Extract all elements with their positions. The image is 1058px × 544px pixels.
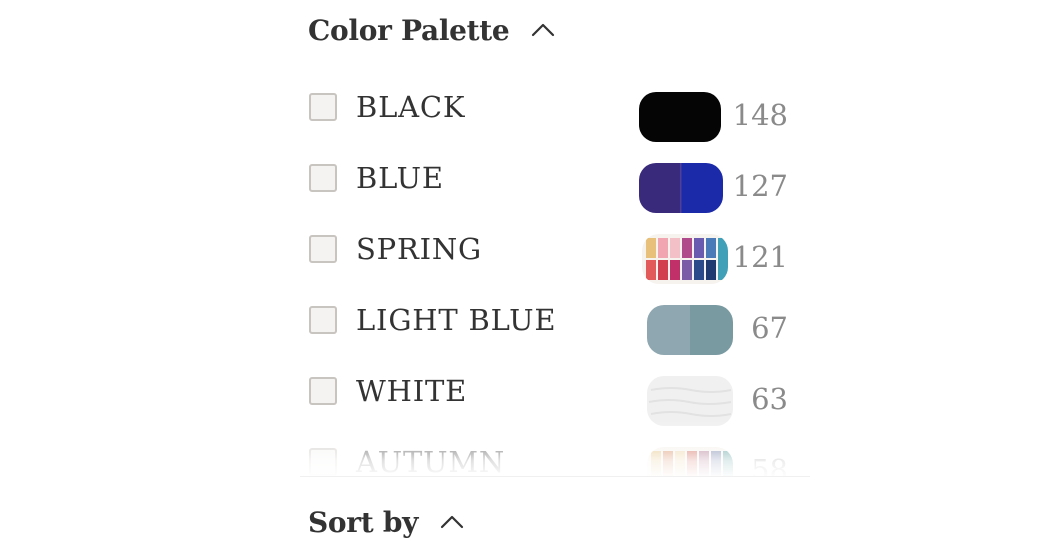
list-item[interactable]: SPRING 121 bbox=[300, 220, 810, 290]
list-item[interactable]: WHITE 63 bbox=[300, 362, 810, 432]
white-swatch[interactable] bbox=[647, 376, 733, 426]
chevron-up-icon bbox=[532, 23, 555, 37]
chevron-up-icon bbox=[440, 515, 464, 529]
option-label: LIGHT BLUE bbox=[356, 303, 557, 337]
option-label: BLUE bbox=[356, 161, 444, 195]
autumn-checkbox[interactable] bbox=[309, 448, 337, 476]
list-item[interactable]: AUTUMN 58 bbox=[300, 433, 810, 476]
spring-swatch[interactable] bbox=[642, 234, 728, 284]
light-blue-checkbox[interactable] bbox=[309, 306, 337, 334]
option-count: 121 bbox=[732, 240, 788, 274]
spring-checkbox[interactable] bbox=[309, 235, 337, 263]
list-item[interactable]: LIGHT BLUE 67 bbox=[300, 291, 810, 361]
light-blue-swatch-graphic bbox=[647, 305, 733, 355]
option-count: 67 bbox=[751, 311, 788, 345]
option-count: 127 bbox=[732, 169, 788, 203]
white-checkbox[interactable] bbox=[309, 377, 337, 405]
white-swatch-graphic bbox=[647, 376, 733, 426]
color-palette-list[interactable]: BLACK 148 BLUE 127 SPRING 121 LIGHT BLUE… bbox=[300, 78, 810, 476]
light-blue-swatch[interactable] bbox=[647, 305, 733, 355]
sort-by-title: Sort by bbox=[308, 505, 419, 539]
autumn-swatch[interactable] bbox=[647, 447, 733, 476]
color-palette-header[interactable]: Color Palette bbox=[308, 10, 557, 50]
option-count: 148 bbox=[732, 98, 788, 132]
list-divider bbox=[300, 476, 810, 477]
blue-swatch[interactable] bbox=[639, 163, 723, 213]
blue-swatch-graphic bbox=[639, 163, 723, 213]
list-item[interactable]: BLUE 127 bbox=[300, 149, 810, 219]
autumn-swatch-graphic bbox=[647, 447, 733, 476]
black-swatch-graphic bbox=[639, 92, 721, 142]
option-label: WHITE bbox=[356, 374, 468, 408]
black-checkbox[interactable] bbox=[309, 93, 337, 121]
option-count: 63 bbox=[751, 382, 788, 416]
option-label: AUTUMN bbox=[356, 445, 506, 476]
spring-swatch-graphic bbox=[642, 234, 728, 284]
option-label: BLACK bbox=[356, 90, 466, 124]
black-swatch[interactable] bbox=[639, 92, 721, 142]
sort-by-header[interactable]: Sort by bbox=[308, 502, 466, 542]
option-label: SPRING bbox=[356, 232, 483, 266]
blue-checkbox[interactable] bbox=[309, 164, 337, 192]
option-count: 58 bbox=[751, 453, 788, 476]
color-palette-title: Color Palette bbox=[308, 13, 510, 47]
list-item[interactable]: BLACK 148 bbox=[300, 78, 810, 148]
